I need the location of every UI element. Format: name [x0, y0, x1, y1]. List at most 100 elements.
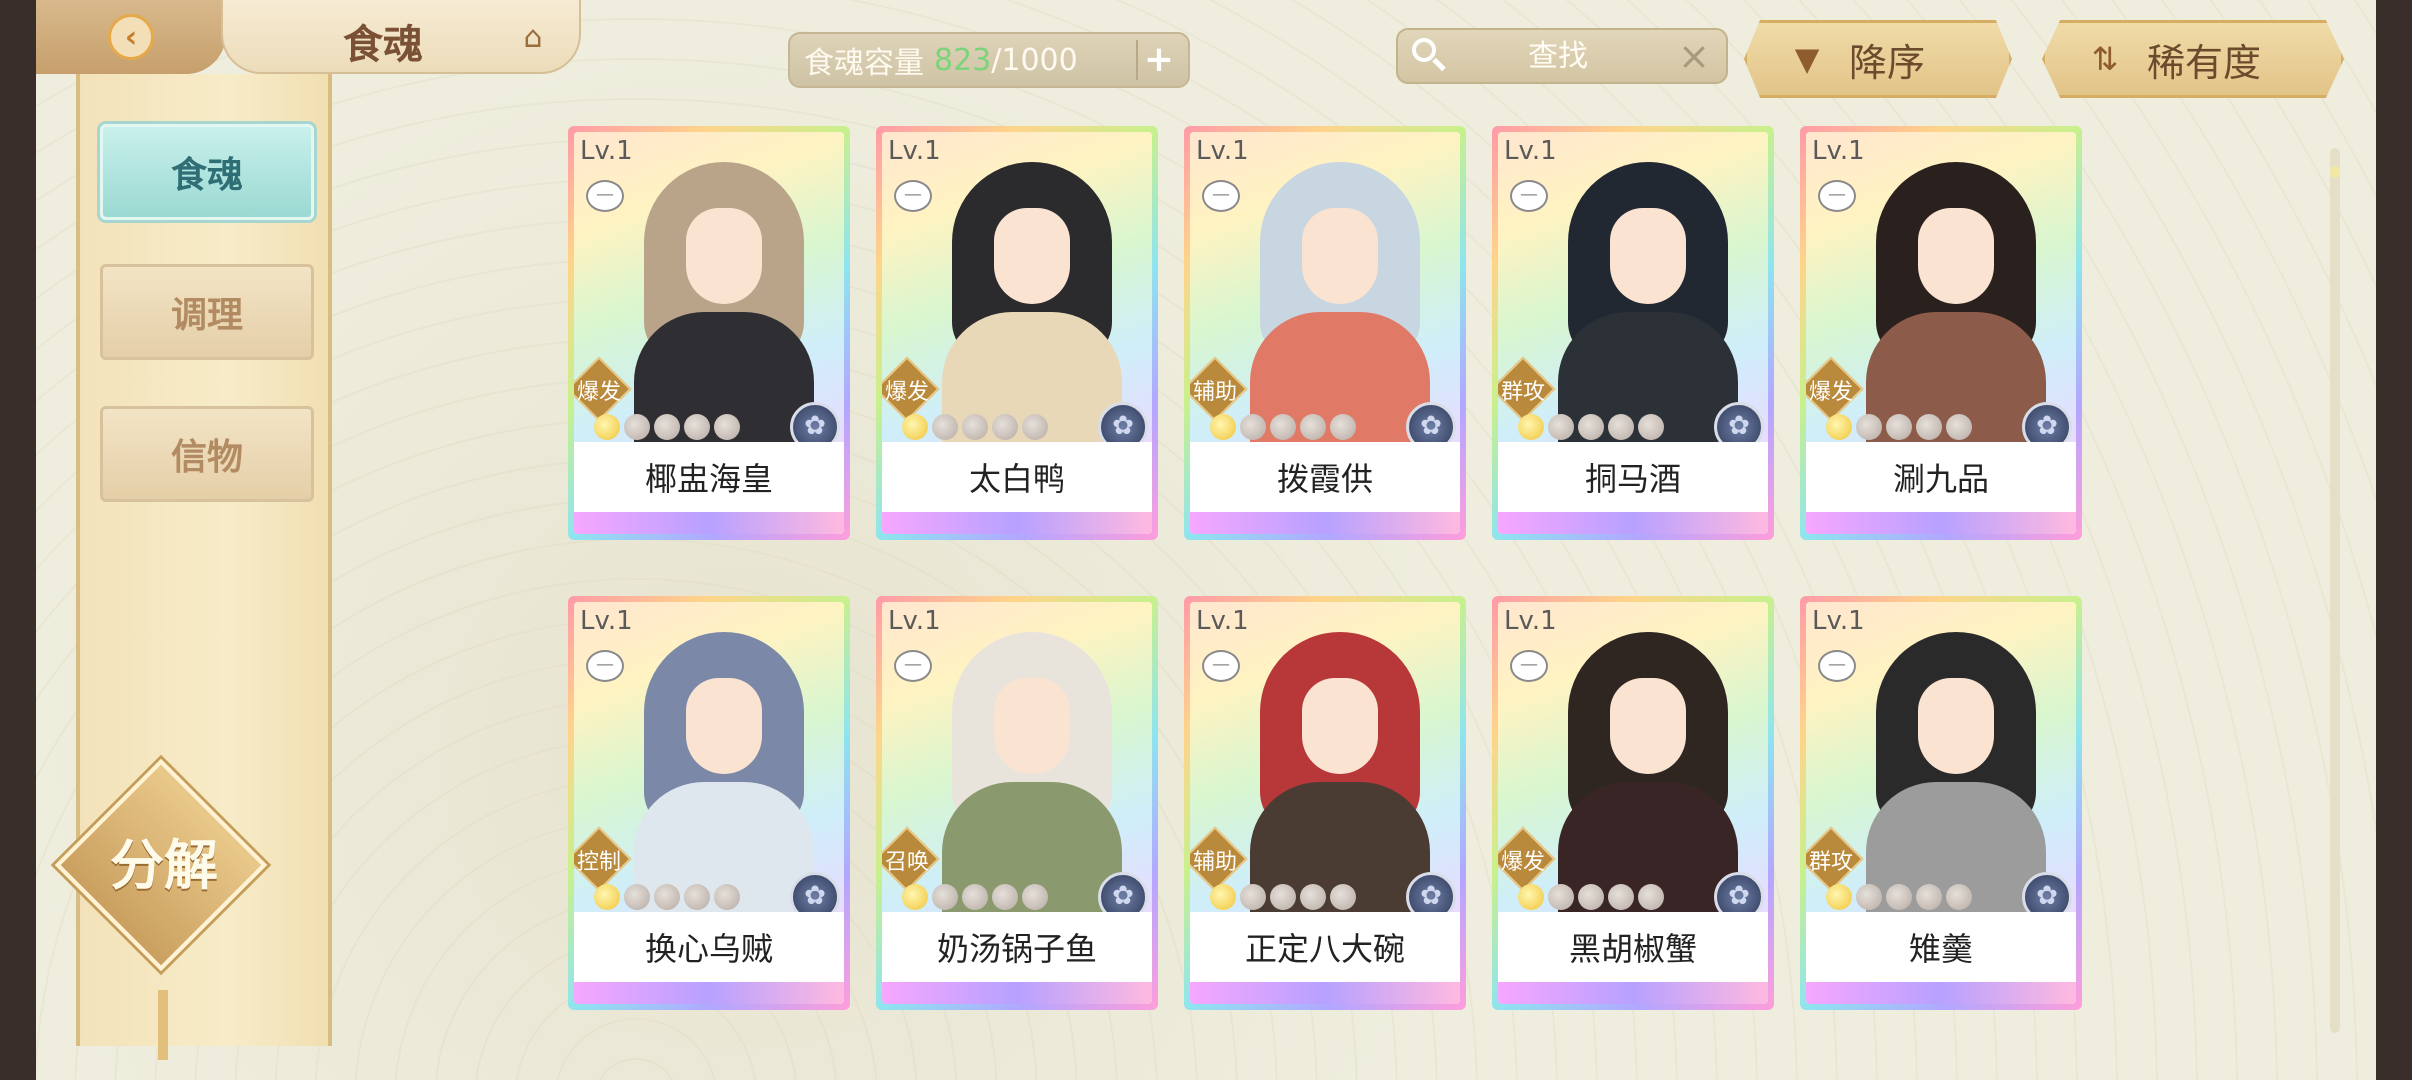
sort-field-label: 稀有度 — [2147, 40, 2262, 85]
star-icon — [1916, 884, 1942, 910]
character-face — [1610, 678, 1686, 774]
level-label: Lv.1 — [888, 136, 941, 166]
search-icon — [1408, 36, 1448, 76]
role-label: 辅助 — [1192, 850, 1237, 875]
descending-icon: ▼ — [1794, 40, 1820, 78]
star-icon — [1886, 884, 1912, 910]
star-icon — [1270, 414, 1296, 440]
character-figure — [1558, 162, 1738, 442]
role-badge: 辅助 — [1190, 356, 1248, 422]
role-badge: 控制 — [574, 826, 632, 892]
level-label: Lv.1 — [580, 606, 633, 636]
rarity-strip — [1190, 512, 1460, 534]
food-soul-card[interactable]: Lv.1 — 爆发太白鸭 — [876, 126, 1158, 540]
sort-order-button[interactable]: ▼ 降序 — [1744, 20, 2012, 98]
scrollbar-thumb[interactable] — [2330, 166, 2340, 178]
star-icon — [1270, 884, 1296, 910]
food-soul-card[interactable]: Lv.1 — 辅助拨霞供 — [1184, 126, 1466, 540]
add-capacity-button[interactable]: + — [1136, 40, 1180, 80]
role-badge: 群攻 — [1498, 356, 1556, 422]
character-name: 正定八大碗 — [1244, 930, 1405, 968]
character-name: 拨霞供 — [1276, 460, 1373, 498]
food-soul-card[interactable]: Lv.1 — 辅助正定八大碗 — [1184, 596, 1466, 1010]
page-title: 食魂 — [343, 21, 423, 68]
food-soul-card[interactable]: Lv.1 — 召唤奶汤锅子鱼 — [876, 596, 1158, 1010]
star-icon — [1946, 884, 1972, 910]
star-icon — [1608, 414, 1634, 440]
star-icon — [992, 414, 1018, 440]
character-portrait: Lv.1 — 群攻 — [1498, 132, 1768, 442]
star-rating — [1518, 884, 1664, 910]
flower-emblem-icon — [1098, 872, 1148, 912]
food-soul-card[interactable]: Lv.1 — 爆发黑胡椒蟹 — [1492, 596, 1774, 1010]
clear-search-button[interactable]: × — [1674, 34, 1714, 78]
food-soul-card[interactable]: Lv.1 — 爆发涮九品 — [1800, 126, 2082, 540]
role-label: 群攻 — [1500, 380, 1545, 405]
food-soul-card[interactable]: Lv.1 — 群攻雉羹 — [1800, 596, 2082, 1010]
star-icon — [684, 414, 710, 440]
star-rating — [1210, 884, 1356, 910]
sort-field-button[interactable]: ⇅ 稀有度 — [2042, 20, 2344, 98]
food-soul-card[interactable]: Lv.1 — 控制换心乌贼 — [568, 596, 850, 1010]
capacity-current: 823 — [934, 42, 992, 78]
character-face — [1918, 678, 1994, 774]
rarity-strip — [882, 512, 1152, 534]
star-icon — [1638, 884, 1664, 910]
star-icon — [992, 884, 1018, 910]
star-icon — [1856, 884, 1882, 910]
game-screen: ‹ 食魂 ⌂ 食魂容量 823 /1000 + × ▼ 降序 ⇅ 稀有度 食魂 … — [36, 0, 2376, 1080]
role-label: 爆发 — [1500, 850, 1545, 875]
food-soul-card[interactable]: Lv.1 — 爆发椰盅海皇 — [568, 126, 850, 540]
card-inner: Lv.1 — 控制换心乌贼 — [574, 602, 844, 1004]
rarity-strip — [574, 982, 844, 1004]
level-label: Lv.1 — [1504, 136, 1557, 166]
top-bar: ‹ 食魂 ⌂ 食魂容量 823 /1000 + × ▼ 降序 ⇅ 稀有度 — [36, 0, 2376, 98]
food-soul-card[interactable]: Lv.1 — 群攻挏马酒 — [1492, 126, 1774, 540]
chat-bubble-icon: — — [1510, 180, 1548, 212]
star-icon — [1916, 414, 1942, 440]
star-icon — [594, 884, 620, 910]
role-badge: 爆发 — [574, 356, 632, 422]
tab-food-soul[interactable]: 食魂 — [100, 124, 314, 220]
card-inner: Lv.1 — 群攻挏马酒 — [1498, 132, 1768, 534]
title-tab: 食魂 ⌂ — [221, 0, 581, 74]
role-label: 群攻 — [1808, 850, 1853, 875]
search-box: × — [1396, 28, 1728, 84]
card-inner: Lv.1 — 群攻雉羹 — [1806, 602, 2076, 1004]
decompose-label[interactable]: 分解 — [96, 820, 232, 910]
star-icon — [684, 884, 710, 910]
character-figure — [1866, 632, 2046, 912]
star-icon — [1300, 414, 1326, 440]
chat-bubble-icon: — — [1202, 650, 1240, 682]
character-face — [686, 208, 762, 304]
star-icon — [1300, 884, 1326, 910]
star-icon — [1330, 414, 1356, 440]
card-inner: Lv.1 — 爆发太白鸭 — [882, 132, 1152, 534]
card-inner: Lv.1 — 辅助正定八大碗 — [1190, 602, 1460, 1004]
scrollbar[interactable] — [2330, 148, 2340, 1033]
star-rating — [1826, 884, 1972, 910]
character-name: 椰盅海皇 — [644, 460, 773, 498]
chat-bubble-icon: — — [1818, 650, 1856, 682]
chat-bubble-icon: — — [1818, 180, 1856, 212]
star-icon — [1548, 884, 1574, 910]
flower-emblem-icon — [1714, 402, 1764, 442]
back-button[interactable]: ‹ — [36, 0, 226, 74]
tab-token[interactable]: 信物 — [100, 406, 314, 502]
role-badge: 召唤 — [882, 826, 940, 892]
flower-emblem-icon — [2022, 402, 2072, 442]
star-icon — [714, 884, 740, 910]
tassel-decoration — [158, 990, 168, 1060]
role-label: 控制 — [576, 850, 621, 875]
character-face — [994, 678, 1070, 774]
capacity-max: /1000 — [991, 42, 1078, 78]
search-input[interactable] — [1458, 36, 1658, 76]
tab-conditioning[interactable]: 调理 — [100, 264, 314, 360]
chat-bubble-icon: — — [1510, 650, 1548, 682]
character-name: 太白鸭 — [968, 460, 1065, 498]
character-name: 换心乌贼 — [644, 930, 773, 968]
pagoda-icon[interactable]: ⌂ — [513, 18, 553, 58]
star-icon — [1578, 884, 1604, 910]
character-figure — [634, 162, 814, 442]
character-figure — [1866, 162, 2046, 442]
